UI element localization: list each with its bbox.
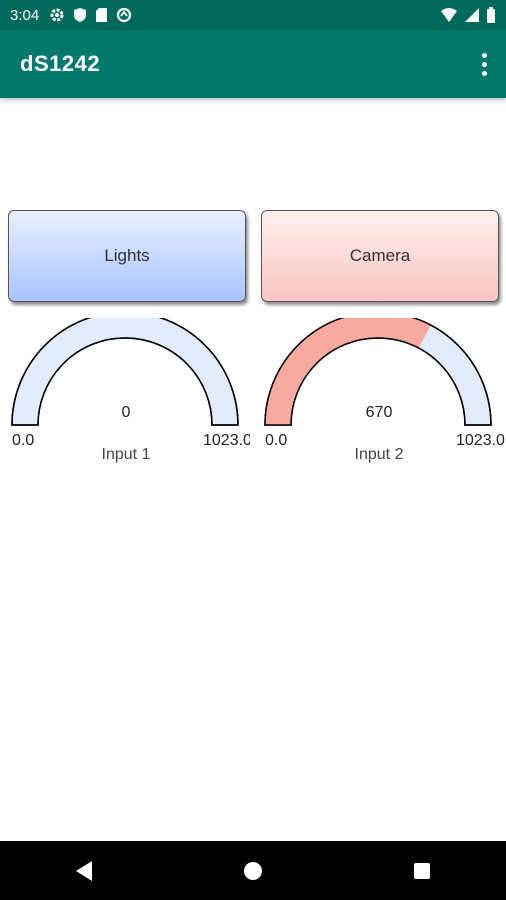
gear-icon xyxy=(49,7,65,23)
app-title: dS1242 xyxy=(20,51,101,76)
lights-button[interactable]: Lights xyxy=(8,210,246,302)
back-icon[interactable] xyxy=(54,841,114,900)
recents-icon[interactable] xyxy=(392,841,452,900)
more-vertical-icon[interactable] xyxy=(476,48,492,80)
wifi-icon xyxy=(440,7,458,23)
gauge-value: 0 xyxy=(121,404,131,421)
gauge-input-1: 0 0.0 1023.0 Input 1 xyxy=(10,318,250,468)
navigation-bar xyxy=(0,841,506,900)
shield-icon xyxy=(73,7,87,23)
status-bar: 3:04 xyxy=(0,0,506,30)
data-saver-icon xyxy=(116,7,132,23)
gauge-label: Input 2 xyxy=(354,446,404,463)
battery-icon xyxy=(486,7,496,23)
gauge-value: 670 xyxy=(365,404,393,421)
home-icon[interactable] xyxy=(223,841,283,900)
app-toolbar: dS1242 xyxy=(0,30,506,98)
gauge-label: Input 1 xyxy=(101,446,151,463)
sd-card-icon xyxy=(95,7,108,23)
gauge-input-2: 670 0.0 1023.0 Input 2 xyxy=(263,318,505,468)
status-time: 3:04 xyxy=(10,6,40,24)
signal-icon xyxy=(464,7,480,23)
camera-button[interactable]: Camera xyxy=(261,210,499,302)
